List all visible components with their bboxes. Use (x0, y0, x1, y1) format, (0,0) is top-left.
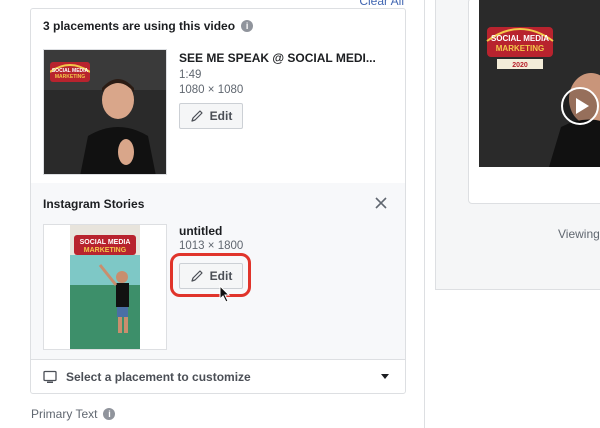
mouse-cursor-icon (219, 285, 231, 303)
pencil-icon (191, 110, 203, 122)
stories-video-title: untitled (179, 224, 223, 238)
preview-video[interactable]: SOCIAL MEDIA MARKETING 2020 (479, 0, 600, 167)
video-dimensions: 1080 × 1080 (179, 84, 244, 96)
stories-video-dimensions: 1013 × 1800 (179, 240, 244, 252)
info-icon[interactable]: i (103, 408, 116, 420)
video-duration: 1:49 (179, 69, 202, 81)
chevron-down-icon (381, 374, 389, 379)
ad-preview-column: SOCIAL MEDIA MARKETING 2020 Viewing 1/ (425, 0, 600, 428)
viewing-counter: Viewing 1/ (558, 227, 600, 241)
ad-preview-card: SOCIAL MEDIA MARKETING 2020 (468, 0, 600, 204)
placements-count-text: 3 placements are using this video (43, 19, 236, 33)
svg-text:MARKETING: MARKETING (84, 247, 127, 254)
info-icon[interactable]: i (241, 20, 254, 32)
svg-text:SOCIAL MEDIA: SOCIAL MEDIA (80, 239, 131, 246)
smmw-logo: SOCIAL MEDIA MARKETING (49, 58, 91, 88)
video-title: SEE ME SPEAK @ SOCIAL MEDI... (179, 51, 376, 65)
svg-text:MARKETING: MARKETING (55, 74, 85, 80)
smmw-logo-preview: SOCIAL MEDIA MARKETING 2020 (485, 17, 555, 73)
ad-editor-panel: Clear All 3 placements are using this vi… (0, 0, 425, 428)
main-video-thumbnail[interactable]: SOCIAL MEDIA MARKETING (43, 49, 167, 175)
placement-select-label: Select a placement to customize (66, 370, 251, 384)
monitor-icon (43, 370, 57, 383)
highlight-annotation (170, 253, 251, 297)
stories-video-thumbnail[interactable]: SOCIAL MEDIA MARKETING (43, 224, 167, 350)
video-placements-card: 3 placements are using this video i SOCI… (30, 8, 406, 394)
stories-section-title: Instagram Stories (43, 197, 145, 211)
close-icon[interactable] (375, 197, 387, 209)
clear-all-link[interactable]: Clear All (359, 0, 404, 8)
primary-text-label: Primary Text (31, 407, 98, 421)
svg-text:SOCIAL MEDIA: SOCIAL MEDIA (491, 34, 549, 43)
primary-text-field-label: Primary Text i (31, 407, 116, 421)
edit-label: Edit (209, 109, 233, 123)
svg-text:2020: 2020 (512, 62, 528, 69)
edit-video-button[interactable]: Edit (179, 103, 243, 129)
placement-select-dropdown[interactable]: Select a placement to customize (31, 361, 405, 393)
play-icon[interactable] (561, 87, 599, 125)
smmw-logo-stories: SOCIAL MEDIA MARKETING (70, 229, 140, 259)
section-divider (31, 359, 405, 360)
ad-preview-panel: SOCIAL MEDIA MARKETING 2020 Viewing 1/ (435, 0, 600, 290)
svg-text:MARKETING: MARKETING (496, 44, 544, 53)
placements-header: 3 placements are using this video i (43, 19, 254, 33)
